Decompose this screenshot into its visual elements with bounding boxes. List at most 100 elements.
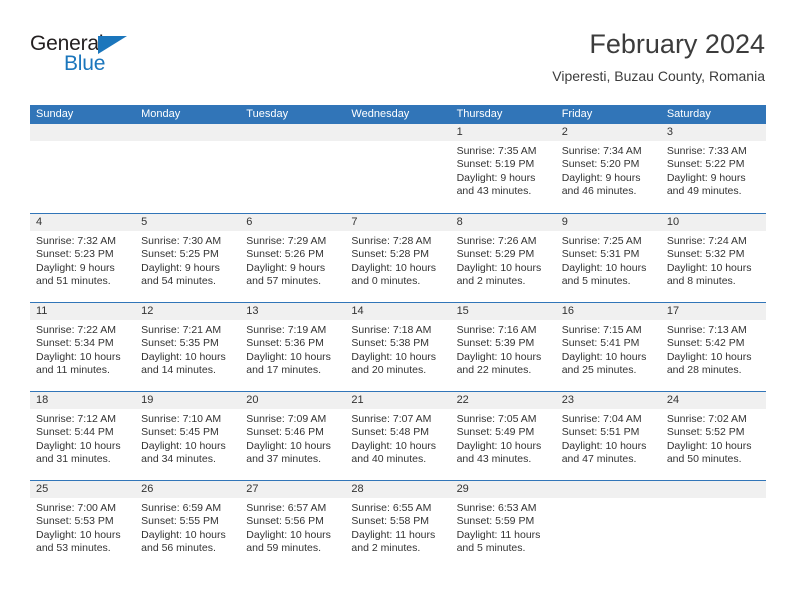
calendar-day-cell-empty [30,124,136,213]
day-number: 21 [345,392,451,409]
calendar-day-cell[interactable]: 4 Sunrise: 7:32 AM Sunset: 5:23 PM Daylight… [30,214,136,302]
day-sun-info: Sunrise: 6:59 AM Sunset: 5:55 PM Daylight:… [135,498,240,556]
day-sun-info: Sunrise: 6:53 AM Sunset: 5:59 PM Daylight:… [451,498,556,556]
calendar-day-cell[interactable]: 22 Sunrise: 7:05 AM Sunset: 5:49 PM Dayligh… [450,392,556,480]
calendar-day-cell[interactable]: 3 Sunrise: 7:33 AM Sunset: 5:22 PM Daylight… [660,124,766,213]
day-number: 24 [660,392,766,409]
calendar-day-cell[interactable]: 20 Sunrise: 7:09 AM Sunset: 5:46 PM Dayligh… [240,392,346,480]
sunset-text: Sunset: 5:49 PM [456,426,535,439]
calendar-day-cell[interactable]: 5 Sunrise: 7:30 AM Sunset: 5:25 PM Daylight… [135,214,241,302]
sunset-text: Sunset: 5:53 PM [36,515,114,528]
calendar-day-cell[interactable]: 14 Sunrise: 7:18 AM Sunset: 5:38 PM Dayligh… [345,303,451,391]
daylight-text-line2: and 2 minutes. [351,542,421,555]
daylight-text-line1: Daylight: 10 hours [456,350,542,363]
daylight-text-line2: and 57 minutes. [246,275,321,288]
sunset-text: Sunset: 5:32 PM [666,248,745,261]
daylight-text-line1: Daylight: 9 hours [561,171,641,184]
daylight-text-line2: and 54 minutes. [141,275,216,288]
daylight-text-line2: and 53 minutes. [36,542,111,555]
calendar-day-cell[interactable]: 15 Sunrise: 7:16 AM Sunset: 5:39 PM Dayligh… [450,303,556,391]
calendar-day-cell[interactable]: 28 Sunrise: 6:55 AM Sunset: 5:58 PM Dayligh… [345,481,451,569]
calendar-day-cell[interactable]: 11 Sunrise: 7:22 AM Sunset: 5:34 PM Dayligh… [30,303,136,391]
calendar-day-cell[interactable]: 29 Sunrise: 6:53 AM Sunset: 5:59 PM Dayligh… [450,481,556,569]
sunset-text: Sunset: 5:19 PM [456,158,535,171]
day-sun-info: Sunrise: 7:19 AM Sunset: 5:36 PM Daylight:… [240,320,345,378]
daylight-text-line1: Daylight: 10 hours [561,261,647,274]
calendar-day-cell[interactable]: 6 Sunrise: 7:29 AM Sunset: 5:26 PM Daylight… [240,214,346,302]
day-sun-info: Sunrise: 7:00 AM Sunset: 5:53 PM Daylight:… [30,498,135,556]
sunset-text: Sunset: 5:31 PM [561,248,640,261]
calendar-day-cell[interactable]: 16 Sunrise: 7:15 AM Sunset: 5:41 PM Dayligh… [555,303,661,391]
daylight-text-line2: and 46 minutes. [561,185,637,198]
daylight-text-line2: and 17 minutes. [246,364,321,377]
daylight-text-line2: and 25 minutes. [561,364,637,377]
calendar-day-cell[interactable]: 8 Sunrise: 7:26 AM Sunset: 5:29 PM Daylight… [450,214,556,302]
daylight-text-line2: and 20 minutes. [351,364,427,377]
daylight-text-line1: Daylight: 10 hours [246,528,331,541]
calendar-day-cell[interactable]: 18 Sunrise: 7:12 AM Sunset: 5:44 PM Dayligh… [30,392,136,480]
day-sun-info: Sunrise: 7:33 AM Sunset: 5:22 PM Daylight:… [661,141,766,199]
sunset-text: Sunset: 5:36 PM [246,337,324,350]
sunset-text: Sunset: 5:48 PM [351,426,430,439]
day-sun-info: Sunrise: 7:22 AM Sunset: 5:34 PM Daylight:… [30,320,135,378]
calendar-day-cell[interactable]: 25 Sunrise: 7:00 AM Sunset: 5:53 PM Dayligh… [30,481,136,569]
day-sun-info: Sunrise: 7:10 AM Sunset: 5:45 PM Daylight:… [135,409,240,467]
sunrise-text: Sunrise: 7:13 AM [666,324,747,336]
sunrise-text: Sunrise: 7:02 AM [666,413,747,425]
day-number: 12 [135,303,241,320]
day-number: 15 [450,303,556,320]
calendar-day-cell[interactable]: 19 Sunrise: 7:10 AM Sunset: 5:45 PM Dayligh… [135,392,241,480]
sunset-text: Sunset: 5:26 PM [246,248,324,261]
day-sun-info: Sunrise: 6:55 AM Sunset: 5:58 PM Daylight:… [345,498,450,556]
calendar-weeks: 1 Sunrise: 7:35 AM Sunset: 5:19 PM Daylight… [30,124,766,569]
daylight-text-line1: Daylight: 9 hours [666,171,746,184]
sunrise-text: Sunrise: 7:12 AM [36,413,116,425]
day-number: 23 [555,392,661,409]
sunrise-text: Sunrise: 7:28 AM [351,235,432,247]
calendar-day-cell[interactable]: 24 Sunrise: 7:02 AM Sunset: 5:52 PM Dayligh… [660,392,766,480]
sunset-text: Sunset: 5:35 PM [141,337,219,350]
calendar-week-row: 11 Sunrise: 7:22 AM Sunset: 5:34 PM Dayligh… [30,302,766,391]
day-sun-info: Sunrise: 7:07 AM Sunset: 5:48 PM Daylight:… [345,409,450,467]
calendar-day-cell[interactable]: 12 Sunrise: 7:21 AM Sunset: 5:35 PM Dayligh… [135,303,241,391]
calendar-day-cell[interactable]: 1 Sunrise: 7:35 AM Sunset: 5:19 PM Daylight… [450,124,556,213]
day-number: 7 [345,214,451,231]
sunrise-text: Sunrise: 7:04 AM [561,413,642,425]
day-sun-info: Sunrise: 7:29 AM Sunset: 5:26 PM Daylight:… [240,231,345,289]
day-sun-info: Sunrise: 6:57 AM Sunset: 5:56 PM Daylight:… [240,498,345,556]
day-sun-info: Sunrise: 7:24 AM Sunset: 5:32 PM Daylight:… [661,231,766,289]
daylight-text-line1: Daylight: 9 hours [141,261,220,274]
page-subtitle: Viperesti, Buzau County, Romania [552,68,765,84]
daylight-text-line2: and 0 minutes. [351,275,421,288]
day-number: 4 [30,214,136,231]
day-number: 26 [135,481,241,498]
calendar-day-cell-empty [240,124,346,213]
sunset-text: Sunset: 5:38 PM [351,337,430,350]
calendar-day-cell[interactable]: 7 Sunrise: 7:28 AM Sunset: 5:28 PM Daylight… [345,214,451,302]
calendar-day-cell[interactable]: 13 Sunrise: 7:19 AM Sunset: 5:36 PM Dayligh… [240,303,346,391]
day-sun-info: Sunrise: 7:35 AM Sunset: 5:19 PM Daylight:… [451,141,556,199]
day-number: 8 [450,214,556,231]
weekday-header-wednesday: Wednesday [351,108,410,120]
calendar-day-cell[interactable]: 27 Sunrise: 6:57 AM Sunset: 5:56 PM Dayligh… [240,481,346,569]
calendar-day-cell[interactable]: 23 Sunrise: 7:04 AM Sunset: 5:51 PM Dayligh… [555,392,661,480]
calendar-day-cell[interactable]: 2 Sunrise: 7:34 AM Sunset: 5:20 PM Daylight… [555,124,661,213]
day-number: 16 [555,303,661,320]
sunset-text: Sunset: 5:42 PM [666,337,745,350]
sunrise-text: Sunrise: 7:32 AM [36,235,116,247]
weekday-header-monday: Monday [141,108,181,120]
sunrise-text: Sunrise: 6:55 AM [351,502,432,514]
calendar-day-cell[interactable]: 21 Sunrise: 7:07 AM Sunset: 5:48 PM Dayligh… [345,392,451,480]
daylight-text-line1: Daylight: 10 hours [456,261,542,274]
sunrise-text: Sunrise: 6:53 AM [456,502,537,514]
calendar-day-cell[interactable]: 9 Sunrise: 7:25 AM Sunset: 5:31 PM Daylight… [555,214,661,302]
sunset-text: Sunset: 5:29 PM [456,248,535,261]
calendar-day-cell[interactable]: 17 Sunrise: 7:13 AM Sunset: 5:42 PM Dayligh… [660,303,766,391]
calendar-day-cell[interactable]: 26 Sunrise: 6:59 AM Sunset: 5:55 PM Dayligh… [135,481,241,569]
title-block: February 2024 Viperesti, Buzau County, R… [552,28,765,85]
sunset-text: Sunset: 5:44 PM [36,426,114,439]
weekday-header-tuesday: Tuesday [246,108,289,120]
day-sun-info: Sunrise: 7:12 AM Sunset: 5:44 PM Daylight:… [30,409,135,467]
general-blue-logo[interactable]: General Blue [30,32,160,88]
calendar-day-cell[interactable]: 10 Sunrise: 7:24 AM Sunset: 5:32 PM Dayligh… [660,214,766,302]
